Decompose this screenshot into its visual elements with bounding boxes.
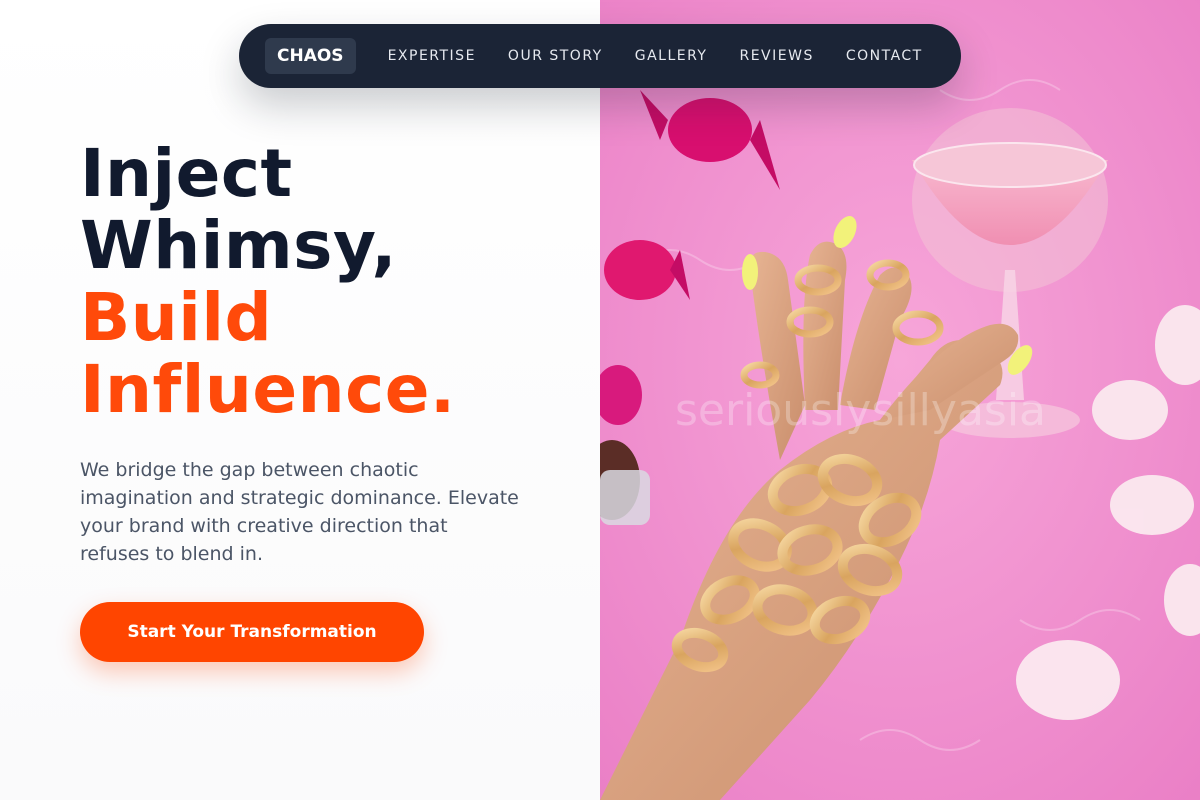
nav-links: EXPERTISE OUR STORY GALLERY REVIEWS CONT… [372,24,939,88]
nav-link-expertise[interactable]: EXPERTISE [372,24,492,88]
nav-link-reviews[interactable]: REVIEWS [723,24,829,88]
hero-headline: Inject Whimsy, Build Influence. [80,138,580,426]
top-navigation: CHAOS EXPERTISE OUR STORY GALLERY REVIEW… [239,24,961,88]
photo-watermark: seriouslysillyasia [675,385,1046,436]
hero-image: seriouslysillyasia [600,0,1200,800]
headline-line-whimsy: Whimsy, [80,207,397,284]
nav-link-gallery[interactable]: GALLERY [619,24,724,88]
hero-photo-illustration: seriouslysillyasia [600,0,1200,800]
headline-line-inject: Inject [80,135,293,212]
brand-logo[interactable]: CHAOS [265,38,356,74]
hero-content: Inject Whimsy, Build Influence. We bridg… [80,138,580,568]
nav-link-contact[interactable]: CONTACT [830,24,939,88]
headline-line-build: Build [80,279,273,356]
start-transformation-button[interactable]: Start Your Transformation [80,602,424,662]
nav-link-our-story[interactable]: OUR STORY [492,24,619,88]
headline-line-influence: Influence. [80,351,456,428]
hero-description: We bridge the gap between chaotic imagin… [80,459,519,565]
